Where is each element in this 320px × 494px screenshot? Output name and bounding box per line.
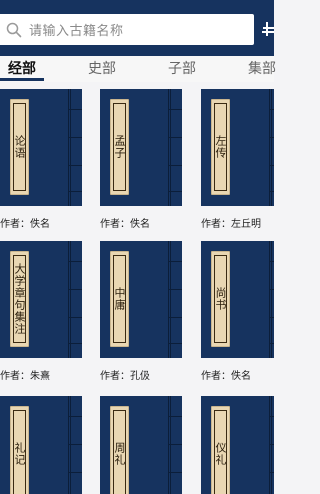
book-title: 仪礼	[214, 442, 227, 466]
search-icon	[6, 22, 22, 37]
book-author: 作者：佚名	[201, 371, 251, 382]
book-card[interactable]: 周礼	[100, 396, 182, 494]
tab-ji[interactable]: 集部	[248, 58, 276, 78]
tab-jing[interactable]: 经部	[8, 58, 36, 78]
book-author: 作者：孔伋	[100, 371, 150, 382]
book-cover: 左传	[201, 89, 274, 206]
book-cover: 尚书	[201, 241, 274, 358]
tab-shi[interactable]: 史部	[88, 58, 116, 78]
book-title: 大学章句集注	[13, 263, 26, 335]
book-card[interactable]: 大学章句集注 作者：朱熹	[0, 241, 82, 382]
app-header: 请输入古籍名称	[0, 0, 274, 56]
book-title: 左传	[214, 135, 227, 159]
title-slip: 尚书	[211, 251, 230, 347]
search-placeholder: 请输入古籍名称	[29, 24, 124, 39]
book-title: 中庸	[113, 287, 126, 311]
book-title: 孟子	[113, 135, 126, 159]
title-slip: 孟子	[110, 99, 129, 195]
book-card[interactable]: 论语 作者：佚名	[0, 89, 82, 230]
title-slip: 论语	[10, 99, 29, 195]
tab-zi[interactable]: 子部	[168, 58, 196, 78]
book-cover: 仪礼	[201, 396, 274, 494]
title-slip: 仪礼	[211, 406, 230, 494]
book-title: 论语	[13, 135, 26, 159]
book-cover: 大学章句集注	[0, 241, 82, 358]
book-card[interactable]: 中庸 作者：孔伋	[100, 241, 182, 382]
book-grid: 论语 作者：佚名 孟子 作者：佚名 左传 作者：左丘明 大学章句集注 作者：朱熹	[0, 89, 274, 494]
title-slip: 左传	[211, 99, 230, 195]
book-title: 礼记	[13, 442, 26, 466]
book-title: 周礼	[113, 442, 126, 466]
book-cover: 周礼	[100, 396, 182, 494]
book-card[interactable]: 仪礼	[201, 396, 274, 494]
menu-icon[interactable]	[262, 20, 274, 38]
book-card[interactable]: 尚书 作者：佚名	[201, 241, 274, 382]
book-author: 作者：佚名	[0, 219, 50, 230]
active-tab-indicator	[0, 78, 44, 81]
book-author: 作者：左丘明	[201, 219, 261, 230]
book-cover: 礼记	[0, 396, 82, 494]
book-card[interactable]: 礼记	[0, 396, 82, 494]
book-cover: 论语	[0, 89, 82, 206]
title-slip: 周礼	[110, 406, 129, 494]
book-cover: 孟子	[100, 89, 182, 206]
book-card[interactable]: 左传 作者：左丘明	[201, 89, 274, 230]
book-cover: 中庸	[100, 241, 182, 358]
book-card[interactable]: 孟子 作者：佚名	[100, 89, 182, 230]
book-title: 尚书	[214, 287, 227, 311]
search-input[interactable]: 请输入古籍名称	[0, 14, 254, 45]
title-slip: 中庸	[110, 251, 129, 347]
book-author: 作者：佚名	[100, 219, 150, 230]
title-slip: 大学章句集注	[10, 251, 29, 347]
book-author: 作者：朱熹	[0, 371, 50, 382]
title-slip: 礼记	[10, 406, 29, 494]
